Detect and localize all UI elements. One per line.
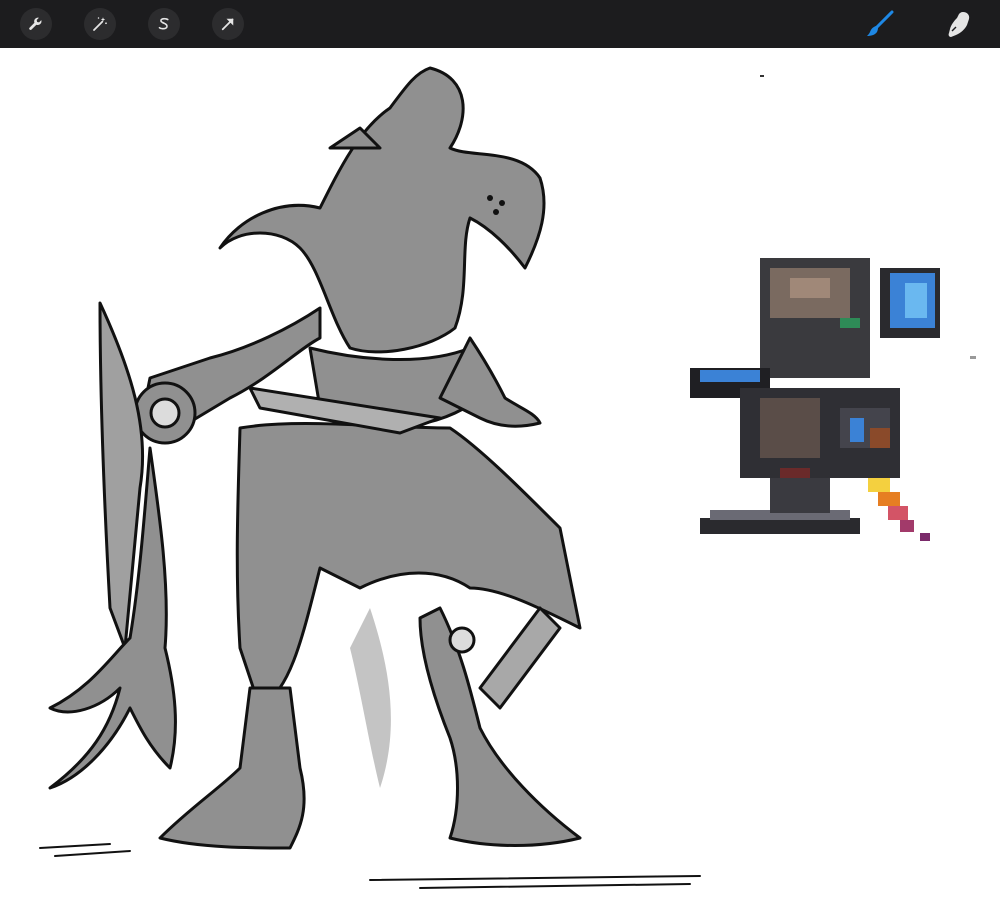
smudge-button[interactable] xyxy=(940,6,976,42)
brush-icon xyxy=(867,10,894,36)
wrench-icon xyxy=(29,17,42,30)
pixel-art-mech-sprite xyxy=(690,258,940,541)
stray-mark xyxy=(970,356,976,359)
actions-button[interactable] xyxy=(20,8,52,40)
drawing-canvas[interactable] xyxy=(0,48,1000,908)
brush-button[interactable] xyxy=(862,6,898,42)
magic-wand-icon xyxy=(93,17,107,31)
top-toolbar xyxy=(0,0,1000,48)
transform-arrow-icon xyxy=(221,18,234,31)
smudge-icon xyxy=(948,12,970,37)
ground-lines xyxy=(39,843,701,889)
selection-s-icon xyxy=(158,17,169,30)
transform-button[interactable] xyxy=(212,8,244,40)
stray-mark xyxy=(760,75,764,77)
mech-sketch-drawing xyxy=(48,66,582,850)
selection-button[interactable] xyxy=(148,8,180,40)
adjustments-button[interactable] xyxy=(84,8,116,40)
artwork-layer xyxy=(39,66,976,889)
